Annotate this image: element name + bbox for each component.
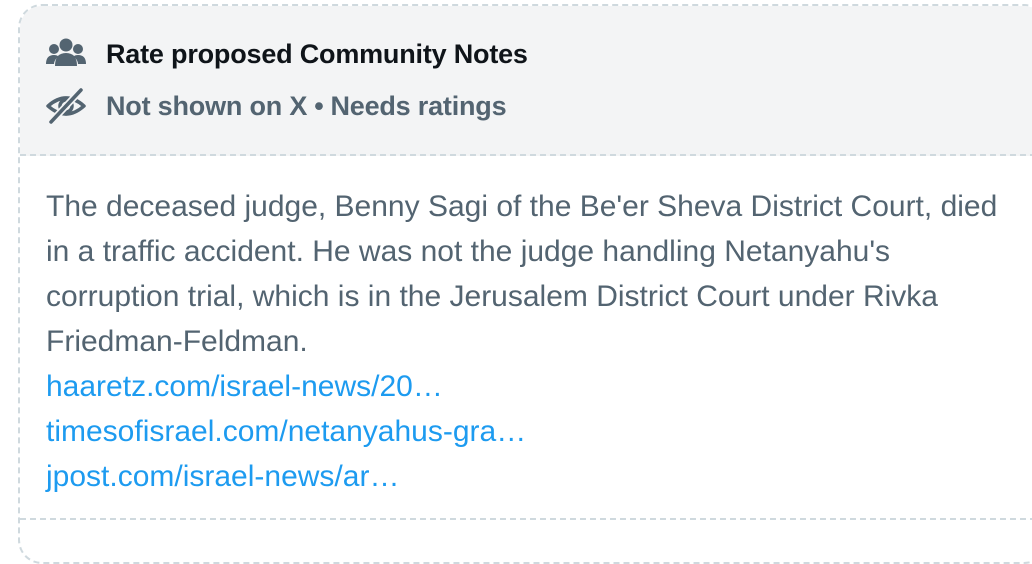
section-divider: [20, 518, 1032, 520]
community-note-card: Rate proposed Community Notes Not shown …: [18, 4, 1032, 564]
note-header: Rate proposed Community Notes Not shown …: [20, 6, 1032, 156]
visibility-status: Not shown on X: [106, 90, 308, 121]
eye-off-icon: [46, 86, 86, 126]
people-group-icon: [46, 34, 86, 74]
header-title-row[interactable]: Rate proposed Community Notes: [46, 34, 528, 74]
page-title: Rate proposed Community Notes: [106, 38, 528, 69]
status-separator: •: [314, 90, 324, 121]
note-body: The deceased judge, Benny Sagi of the Be…: [46, 184, 1006, 499]
source-link-timesofisrael[interactable]: timesofisrael.com/netanyahus-gra…: [46, 409, 1006, 454]
rating-status: Needs ratings: [330, 90, 507, 121]
header-status-row: Not shown on X • Needs ratings: [46, 86, 507, 126]
source-link-haaretz[interactable]: haaretz.com/israel-news/20…: [46, 364, 1006, 409]
note-text: The deceased judge, Benny Sagi of the Be…: [46, 190, 998, 358]
source-link-jpost[interactable]: jpost.com/israel-news/ar…: [46, 454, 1006, 499]
